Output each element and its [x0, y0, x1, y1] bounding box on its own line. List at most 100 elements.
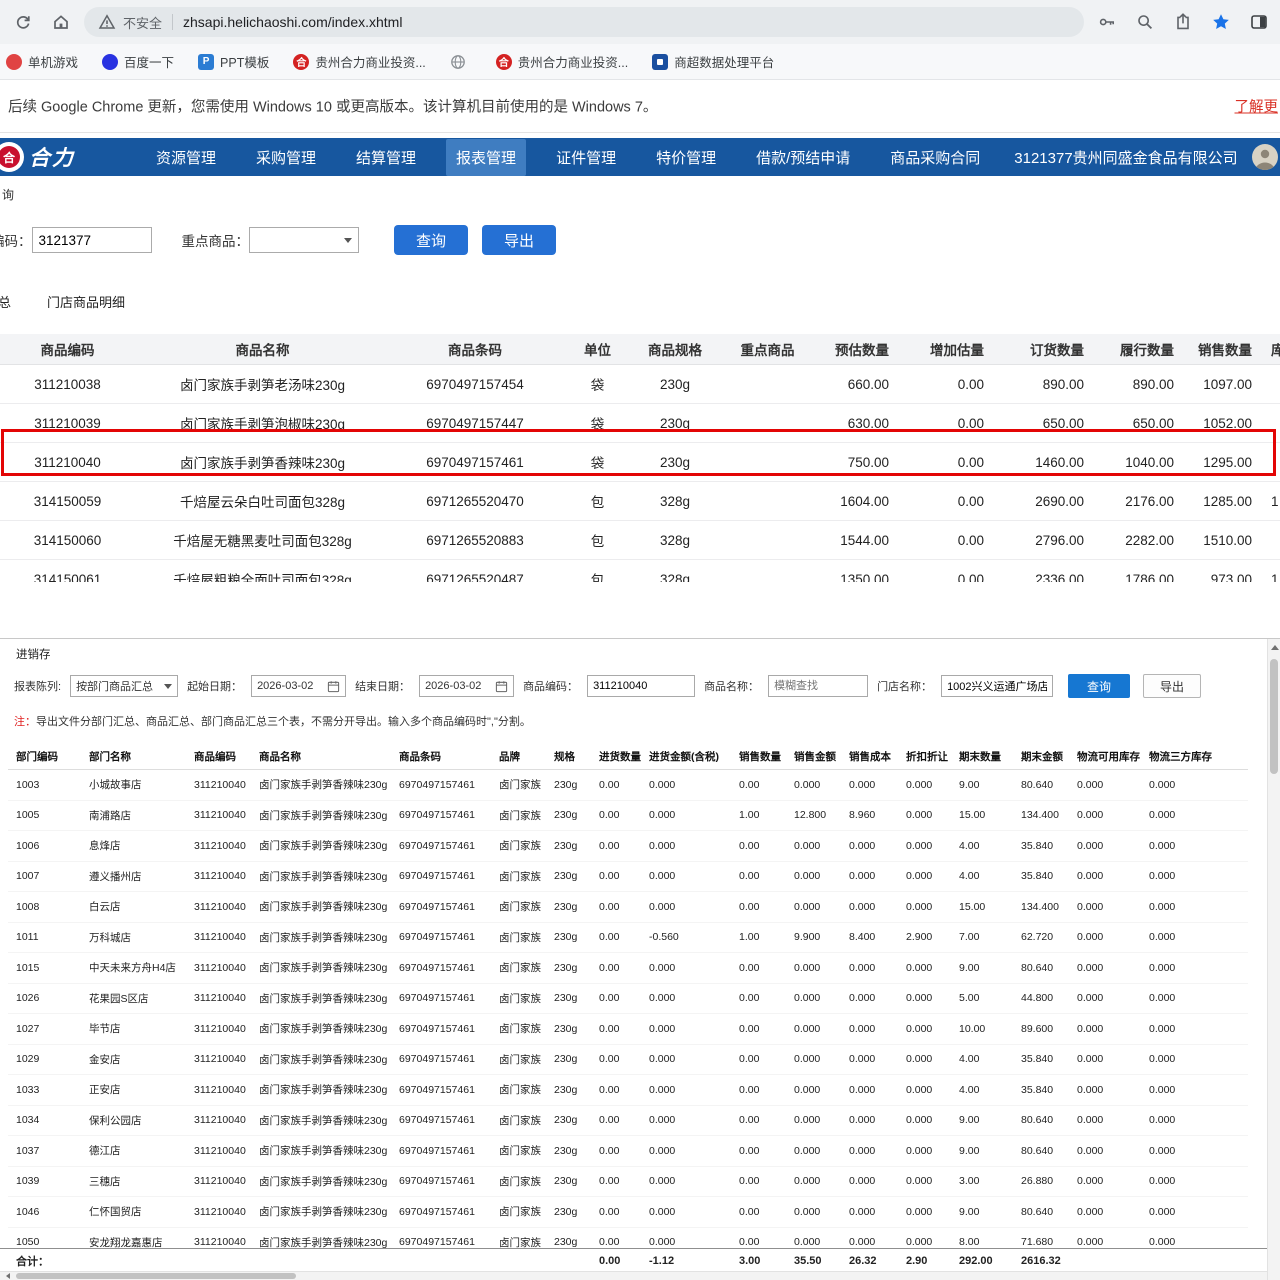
panel-export-button[interactable]: 导出 — [1143, 674, 1201, 698]
nav-item-resource[interactable]: 资源管理 — [146, 139, 226, 176]
product-code-input[interactable] — [587, 675, 695, 697]
table-cell: 2336.00 — [1000, 560, 1100, 583]
table-row[interactable]: 314150059千焙屋云朵白吐司面包328g6971265520470包328… — [0, 482, 1280, 521]
bookmark-item[interactable]: 单机游戏 — [6, 52, 78, 71]
table-row[interactable]: 合计：0.00-1.123.0035.5026.322.90292.002616… — [8, 1249, 1248, 1271]
table-cell: 0.000 — [848, 1044, 905, 1075]
nav-item-specials[interactable]: 特价管理 — [646, 139, 726, 176]
table-cell: 314150060 — [0, 521, 135, 560]
bookmark-item[interactable]: 合 贵州合力商业投资... — [496, 52, 628, 71]
filter-bar: 编码： 重点商品： 查询 导出 — [0, 224, 556, 256]
panel-query-button[interactable]: 查询 — [1068, 674, 1130, 698]
table-cell: 包 — [560, 521, 635, 560]
star-icon[interactable] — [1204, 5, 1238, 39]
table-row[interactable]: 1015中天未来方舟H4店311210040卤门家族手剥笋香辣味230g6970… — [8, 953, 1248, 984]
key-product-select[interactable] — [249, 227, 359, 253]
table-cell: 35.840 — [1020, 1075, 1076, 1106]
export-button[interactable]: 导出 — [482, 225, 556, 255]
table-row[interactable]: 1026花果园S区店311210040卤门家族手剥笋香辣味230g6970497… — [8, 983, 1248, 1014]
table-cell: 134.400 — [1020, 800, 1076, 831]
nav-item-contracts[interactable]: 商品采购合同 — [880, 139, 990, 176]
url-bar[interactable]: 不安全 zhsapi.helichaoshi.com/index.xhtml — [84, 7, 1084, 37]
table-row[interactable]: 311210040卤门家族手剥笋香辣味230g6970497157461袋230… — [0, 443, 1280, 482]
code-input[interactable] — [32, 227, 152, 253]
bookmark-item[interactable] — [450, 54, 472, 70]
table-cell: 1285.00 — [1190, 482, 1268, 521]
table-cell: 6970497157461 — [390, 443, 560, 482]
table-cell: 311210040 — [193, 1075, 258, 1106]
bookmark-item[interactable]: 合 贵州合力商业投资... — [293, 52, 425, 71]
table-cell: 311210040 — [193, 922, 258, 953]
table-row[interactable]: 1029金安店311210040卤门家族手剥笋香辣味230g6970497157… — [8, 1044, 1248, 1075]
table-row[interactable]: 1008白云店311210040卤门家族手剥笋香辣味230g6970497157… — [8, 892, 1248, 923]
table-cell: 0.000 — [905, 831, 958, 862]
table-cell: 0.00 — [738, 1197, 793, 1228]
avatar[interactable] — [1252, 144, 1278, 170]
table-cell: 0.000 — [1076, 1136, 1148, 1167]
home-icon[interactable] — [44, 5, 78, 39]
share-icon[interactable] — [1166, 5, 1200, 39]
horizontal-scrollbar[interactable] — [0, 1271, 1267, 1280]
search-icon[interactable] — [1128, 5, 1162, 39]
nav-item-reports[interactable]: 报表管理 — [446, 139, 526, 176]
table-row[interactable]: 314150061千焙屋粗粮全面吐司面包328g6971265520487包32… — [0, 560, 1280, 583]
table-row[interactable]: 1003小城故事店311210040卤门家族手剥笋香辣味230g69704971… — [8, 770, 1248, 801]
table-row[interactable]: 1027毕节店311210040卤门家族手剥笋香辣味230g6970497157… — [8, 1014, 1248, 1045]
table-cell: 卤门家族手剥笋香辣味230g — [258, 861, 398, 892]
table-row[interactable]: 1039三穗店311210040卤门家族手剥笋香辣味230g6970497157… — [8, 1166, 1248, 1197]
bookmark-item[interactable]: 商超数据处理平台 — [652, 52, 774, 71]
table-row[interactable]: 1005南浦路店311210040卤门家族手剥笋香辣味230g697049715… — [8, 800, 1248, 831]
infobar-learn-more-link[interactable]: 了解更 — [1235, 96, 1279, 117]
bookmark-item[interactable]: 百度一下 — [102, 52, 174, 71]
table-cell: 0.000 — [848, 1166, 905, 1197]
table-cell: 230g — [553, 1136, 598, 1167]
table-cell — [88, 1249, 193, 1271]
scrollbar-thumb[interactable] — [1270, 659, 1278, 774]
table-row[interactable]: 1046仁怀国贸店311210040卤门家族手剥笋香辣味230g69704971… — [8, 1197, 1248, 1228]
bookmark-item[interactable]: P PPT模板 — [198, 52, 269, 71]
table-cell: -0.560 — [648, 922, 738, 953]
table-row[interactable]: 1034保利公园店311210040卤门家族手剥笋香辣味230g69704971… — [8, 1105, 1248, 1136]
scroll-left-icon[interactable] — [2, 1272, 14, 1280]
table-row[interactable]: 1011万科城店311210040卤门家族手剥笋香辣味230g697049715… — [8, 922, 1248, 953]
table-row[interactable]: 1007遵义播州店311210040卤门家族手剥笋香辣味230g69704971… — [8, 861, 1248, 892]
table-cell — [715, 482, 820, 521]
table-cell: 0.000 — [1076, 1075, 1148, 1106]
table-row[interactable]: 1037德江店311210040卤门家族手剥笋香辣味230g6970497157… — [8, 1136, 1248, 1167]
start-date-input[interactable]: 2026-03-02 — [251, 675, 346, 697]
table-cell: 金安店 — [88, 1044, 193, 1075]
table-cell: 6970497157461 — [398, 892, 498, 923]
end-date-input[interactable]: 2026-03-02 — [419, 675, 514, 697]
table-row[interactable]: 314150060千焙屋无糖黑麦吐司面包328g6971265520883包32… — [0, 521, 1280, 560]
scrollbar-thumb[interactable] — [16, 1273, 296, 1279]
column-header: 商品规格 — [635, 334, 715, 365]
table-cell: 0.00 — [738, 1075, 793, 1106]
nav-item-loans[interactable]: 借款/预结申请 — [746, 139, 860, 176]
store-name-input[interactable] — [941, 675, 1053, 697]
nav-item-settlement[interactable]: 结算管理 — [346, 139, 426, 176]
report-type-select[interactable]: 按部门商品汇总 — [70, 675, 178, 697]
vertical-scrollbar[interactable] — [1267, 639, 1280, 1280]
scroll-up-icon[interactable] — [1268, 641, 1280, 653]
key-icon[interactable] — [1090, 5, 1124, 39]
table-cell: 6970497157461 — [398, 922, 498, 953]
query-button[interactable]: 查询 — [394, 225, 468, 255]
tab-summary-partial[interactable]: 总 — [0, 292, 11, 311]
table-cell: 1097.00 — [1190, 365, 1268, 404]
table-cell: 0.00 — [598, 1136, 648, 1167]
product-name-input[interactable] — [768, 675, 868, 697]
sidebar-icon[interactable] — [1242, 5, 1276, 39]
table-row[interactable]: 311210039卤门家族手剥笋泡椒味230g6970497157447袋230… — [0, 404, 1280, 443]
table-row[interactable]: 1033正安店311210040卤门家族手剥笋香辣味230g6970497157… — [8, 1075, 1248, 1106]
table-row[interactable]: 1006息烽店311210040卤门家族手剥笋香辣味230g6970497157… — [8, 831, 1248, 862]
nav-item-certificates[interactable]: 证件管理 — [546, 139, 626, 176]
table-cell: 0.000 — [1148, 861, 1248, 892]
table-cell: 6970497157454 — [390, 365, 560, 404]
table-cell: 卤门家族手剥笋香辣味230g — [258, 831, 398, 862]
table-cell: 卤门家族 — [498, 1014, 553, 1045]
table-row[interactable]: 311210038卤门家族手剥笋老汤味230g6970497157454袋230… — [0, 365, 1280, 404]
nav-item-purchase[interactable]: 采购管理 — [246, 139, 326, 176]
table-row[interactable]: 1050安龙翔龙嘉惠店311210040卤门家族手剥笋香辣味230g697049… — [8, 1227, 1248, 1249]
reload-icon[interactable] — [6, 5, 40, 39]
tab-store-detail[interactable]: 门店商品明细 — [47, 292, 125, 311]
